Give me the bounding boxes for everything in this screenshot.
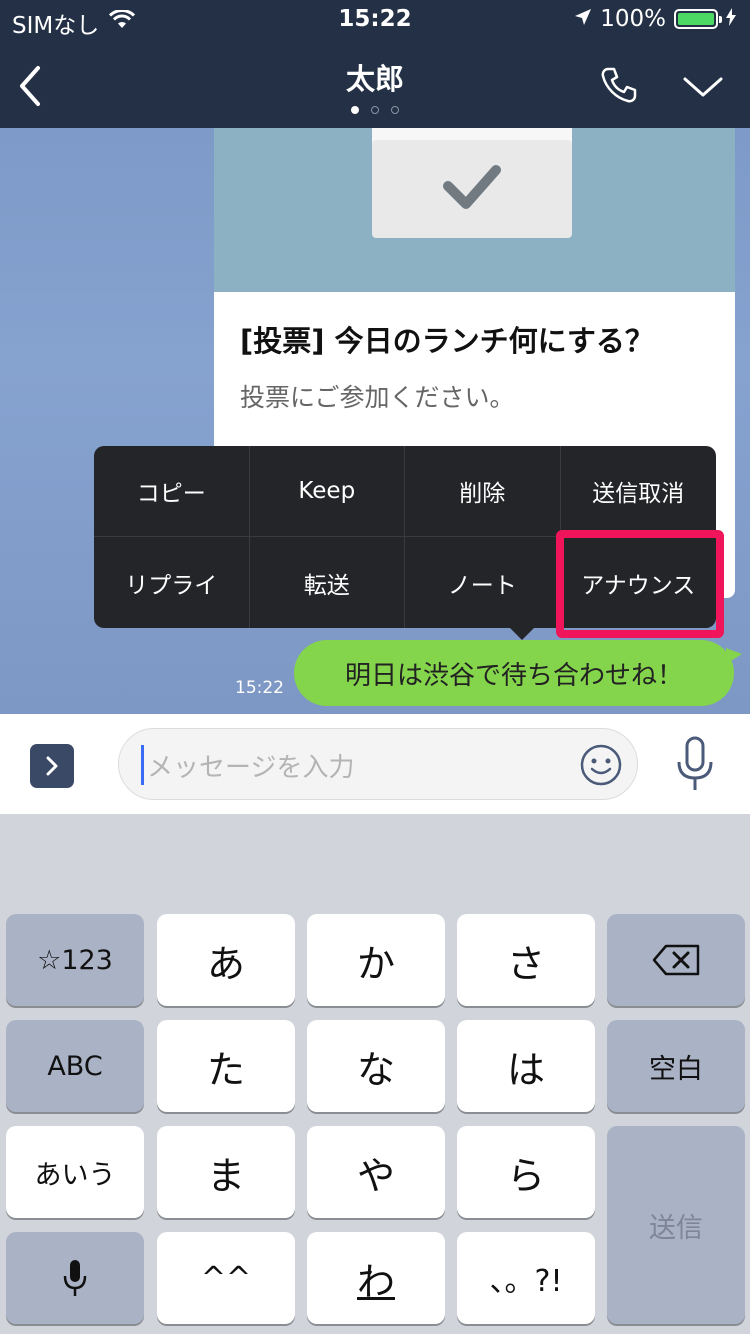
menu-item-reply[interactable]: リプライ [94,537,250,628]
call-button[interactable] [600,66,640,106]
key-ka[interactable]: か [307,914,445,1006]
context-menu-pointer [510,628,534,640]
key-wa[interactable]: わ [307,1232,445,1324]
page-dot [351,106,359,114]
phone-icon [601,67,637,103]
key-abc[interactable]: ABC [6,1020,144,1112]
backspace-icon [652,944,700,976]
key-ya[interactable]: や [307,1126,445,1218]
chevron-down-icon [683,77,723,97]
key-emoticon[interactable]: ^^ [157,1232,295,1324]
input-bar: メッセージを入力 [0,714,750,814]
voice-input-button[interactable] [670,736,720,796]
input-placeholder: メッセージを入力 [147,753,355,783]
chat-area: [投票] 今日のランチ何にする？ 投票にご参加ください。 コピー Keep 削除… [0,128,750,714]
poll-image [214,128,735,292]
menu-item-delete[interactable]: 削除 [405,446,561,537]
expand-button[interactable] [30,744,74,788]
charging-icon [726,6,736,32]
smiley-icon [580,744,622,786]
status-bar: SIMなし 15:22 100% [0,0,750,40]
text-caret [141,745,144,785]
battery-percent: 100% [600,6,666,32]
location-icon [574,6,592,32]
key-na[interactable]: な [307,1020,445,1112]
chevron-right-icon [46,756,58,776]
key-backspace[interactable] [607,914,745,1006]
key-a[interactable]: あ [157,914,295,1006]
message-text: 明日は渋谷で待ち合わせね！ [344,660,683,691]
poll-title: [投票] 今日のランチ何にする？ [240,324,654,358]
key-send[interactable]: 送信 [607,1126,745,1324]
menu-item-unsend[interactable]: 送信取消 [560,446,716,537]
message-time: 15:22 [235,678,284,698]
microphone-icon [677,736,713,790]
emoji-button[interactable] [579,743,623,791]
poll-subtitle: 投票にご参加ください。 [240,383,515,412]
key-ma[interactable]: ま [157,1126,295,1218]
menu-item-copy[interactable]: コピー [94,446,250,537]
message-input[interactable]: メッセージを入力 [118,728,638,800]
page-dot [371,106,379,114]
key-ra[interactable]: ら [457,1126,595,1218]
key-space[interactable]: 空白 [607,1020,745,1112]
menu-item-note[interactable]: ノート [405,537,561,628]
key-punctuation[interactable]: 、。?! [457,1232,595,1324]
ballot-box-icon [372,140,572,238]
microphone-icon [63,1260,87,1296]
key-symbols-numbers[interactable]: ☆123 [6,914,144,1006]
key-dictation[interactable] [6,1232,144,1324]
battery-icon [674,9,722,29]
menu-toggle-button[interactable] [682,74,724,104]
key-ta[interactable]: た [157,1020,295,1112]
message-bubble[interactable]: 明日は渋谷で待ち合わせね！ [294,640,742,706]
menu-item-forward[interactable]: 転送 [250,537,405,628]
check-icon [443,165,501,209]
japanese-keyboard: ☆123 ABC あいう あ か さ た な は ま や ら ^^ わ 、。?!… [0,814,750,1334]
chat-header: SIMなし 15:22 100% 太郎 [0,0,750,128]
announce-highlight-frame [556,530,724,638]
page-dot [391,106,399,114]
page-indicator [0,106,750,114]
menu-item-keep[interactable]: Keep [249,446,405,537]
key-ha[interactable]: は [457,1020,595,1112]
key-sa[interactable]: さ [457,914,595,1006]
key-kana[interactable]: あいう [6,1126,144,1218]
